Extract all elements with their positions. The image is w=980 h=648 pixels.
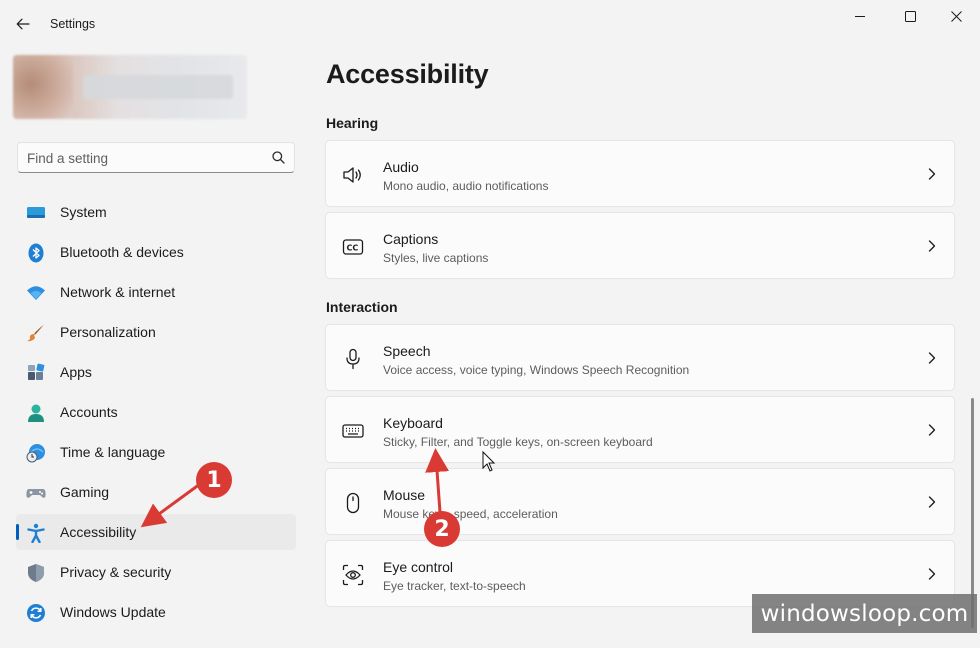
setting-card-keyboard[interactable]: Keyboard Sticky, Filter, and Toggle keys… (325, 396, 955, 463)
brush-icon (27, 324, 44, 342)
sidebar-item-label: Gaming (60, 484, 110, 500)
section-title-interaction: Interaction (326, 299, 398, 315)
minimize-button[interactable] (836, 0, 884, 32)
card-title: Eye control (383, 559, 454, 575)
card-subtitle: Mono audio, audio notifications (383, 179, 549, 193)
sidebar-item-label: Time & language (60, 444, 166, 460)
title-bar: Settings (0, 0, 980, 48)
system-icon (27, 207, 45, 218)
bluetooth-icon (28, 243, 44, 263)
card-title: Audio (383, 159, 419, 175)
accessibility-icon (27, 523, 45, 543)
close-icon (950, 10, 962, 22)
card-subtitle: Voice access, voice typing, Windows Spee… (383, 363, 690, 377)
card-title: Speech (383, 343, 431, 359)
card-title: Mouse (383, 487, 426, 503)
close-button[interactable] (932, 0, 980, 32)
sidebar-item-label: Network & internet (60, 284, 176, 300)
sidebar-nav: System Bluetooth & devices Network & int… (16, 194, 296, 634)
sidebar-item-personalization[interactable]: Personalization (16, 314, 296, 350)
chevron-right-icon (928, 240, 936, 252)
update-icon (27, 604, 45, 622)
gamepad-icon (26, 489, 46, 498)
setting-card-mouse[interactable]: Mouse Mouse keys, speed, acceleration (325, 468, 955, 535)
captions-icon: CC (342, 239, 364, 255)
sidebar-item-accessibility[interactable]: Accessibility (16, 514, 296, 550)
sidebar-item-network[interactable]: Network & internet (16, 274, 296, 310)
maximize-icon (904, 10, 916, 22)
app-title: Settings (50, 17, 96, 31)
user-name-redacted (83, 75, 233, 99)
setting-card-speech[interactable]: Speech Voice access, voice typing, Windo… (325, 324, 955, 391)
setting-card-captions[interactable]: CC Captions Styles, live captions (325, 212, 955, 279)
maximize-button[interactable] (886, 0, 934, 32)
accounts-icon (28, 404, 44, 422)
search-box[interactable] (17, 142, 295, 173)
card-title: Captions (383, 231, 439, 247)
chevron-right-icon (928, 352, 936, 364)
wifi-icon (27, 286, 45, 300)
annotation-badge-1: 1 (196, 462, 232, 498)
watermark: windowsloop.com (752, 594, 977, 633)
annotation-badge-2: 2 (424, 511, 460, 547)
sidebar-item-windows-update[interactable]: Windows Update (16, 594, 296, 630)
section-title-hearing: Hearing (326, 115, 379, 131)
chevron-right-icon (928, 424, 936, 436)
minimize-icon (855, 16, 865, 17)
sidebar-item-time-language[interactable]: Time & language (16, 434, 296, 470)
chevron-right-icon (928, 496, 936, 508)
mouse-icon (346, 492, 360, 514)
svg-text:CC: CC (347, 244, 359, 253)
sidebar-item-label: Accessibility (60, 524, 137, 540)
sidebar-item-label: Windows Update (60, 604, 166, 620)
card-subtitle: Styles, live captions (383, 251, 489, 265)
eye-control-icon (342, 564, 364, 586)
sidebar-item-label: Privacy & security (60, 564, 172, 580)
back-arrow-icon (16, 18, 30, 30)
search-icon (272, 151, 285, 164)
sidebar-item-privacy-security[interactable]: Privacy & security (16, 554, 296, 590)
keyboard-icon (342, 424, 364, 438)
sidebar-item-label: Bluetooth & devices (60, 244, 184, 260)
sidebar-item-label: Personalization (60, 324, 156, 340)
shield-icon (28, 564, 44, 582)
sidebar-item-label: System (60, 204, 107, 220)
microphone-icon (346, 348, 360, 370)
sidebar-item-label: Apps (60, 364, 92, 380)
sidebar-item-apps[interactable]: Apps (16, 354, 296, 390)
back-button[interactable] (8, 10, 38, 38)
sidebar-item-gaming[interactable]: Gaming (16, 474, 296, 510)
sidebar-item-bluetooth[interactable]: Bluetooth & devices (16, 234, 296, 270)
user-profile-card[interactable] (13, 55, 247, 119)
card-subtitle: Sticky, Filter, and Toggle keys, on-scre… (383, 435, 653, 449)
search-input[interactable] (27, 149, 257, 167)
setting-card-audio[interactable]: Audio Mono audio, audio notifications (325, 140, 955, 207)
clock-globe-icon (26, 444, 45, 463)
chevron-right-icon (928, 168, 936, 180)
apps-icon (28, 363, 45, 380)
page-title: Accessibility (326, 59, 489, 89)
card-title: Keyboard (383, 415, 443, 431)
sidebar-item-label: Accounts (60, 404, 118, 420)
sidebar-item-accounts[interactable]: Accounts (16, 394, 296, 430)
chevron-right-icon (928, 568, 936, 580)
card-subtitle: Eye tracker, text-to-speech (383, 579, 526, 593)
avatar (13, 55, 73, 119)
card-subtitle: Mouse keys, speed, acceleration (383, 507, 558, 521)
sidebar-item-system[interactable]: System (16, 194, 296, 230)
speaker-icon (343, 167, 361, 183)
